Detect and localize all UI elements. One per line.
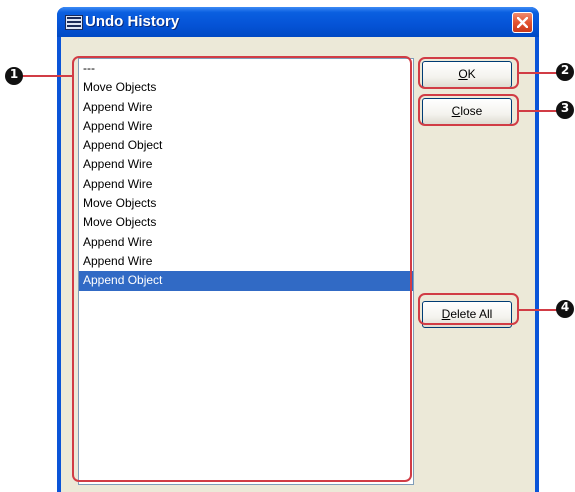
list-highlight-frame bbox=[72, 56, 412, 482]
close-highlight-frame bbox=[418, 94, 519, 126]
callout-line-3 bbox=[517, 110, 557, 112]
callout-3: 3 bbox=[556, 101, 574, 119]
close-icon bbox=[517, 17, 528, 28]
callout-line-1 bbox=[20, 75, 74, 77]
delete-all-highlight-frame bbox=[418, 293, 519, 325]
callout-2: 2 bbox=[556, 63, 574, 81]
callout-4: 4 bbox=[556, 300, 574, 318]
callout-line-4 bbox=[517, 309, 557, 311]
title-bar[interactable]: Undo History bbox=[57, 7, 539, 37]
close-window-button[interactable] bbox=[512, 12, 533, 33]
dme-app-icon bbox=[65, 15, 83, 30]
window-title: Undo History bbox=[85, 13, 180, 30]
callout-line-2 bbox=[517, 72, 557, 74]
callout-1: 1 bbox=[5, 67, 23, 85]
ok-highlight-frame bbox=[418, 57, 519, 89]
